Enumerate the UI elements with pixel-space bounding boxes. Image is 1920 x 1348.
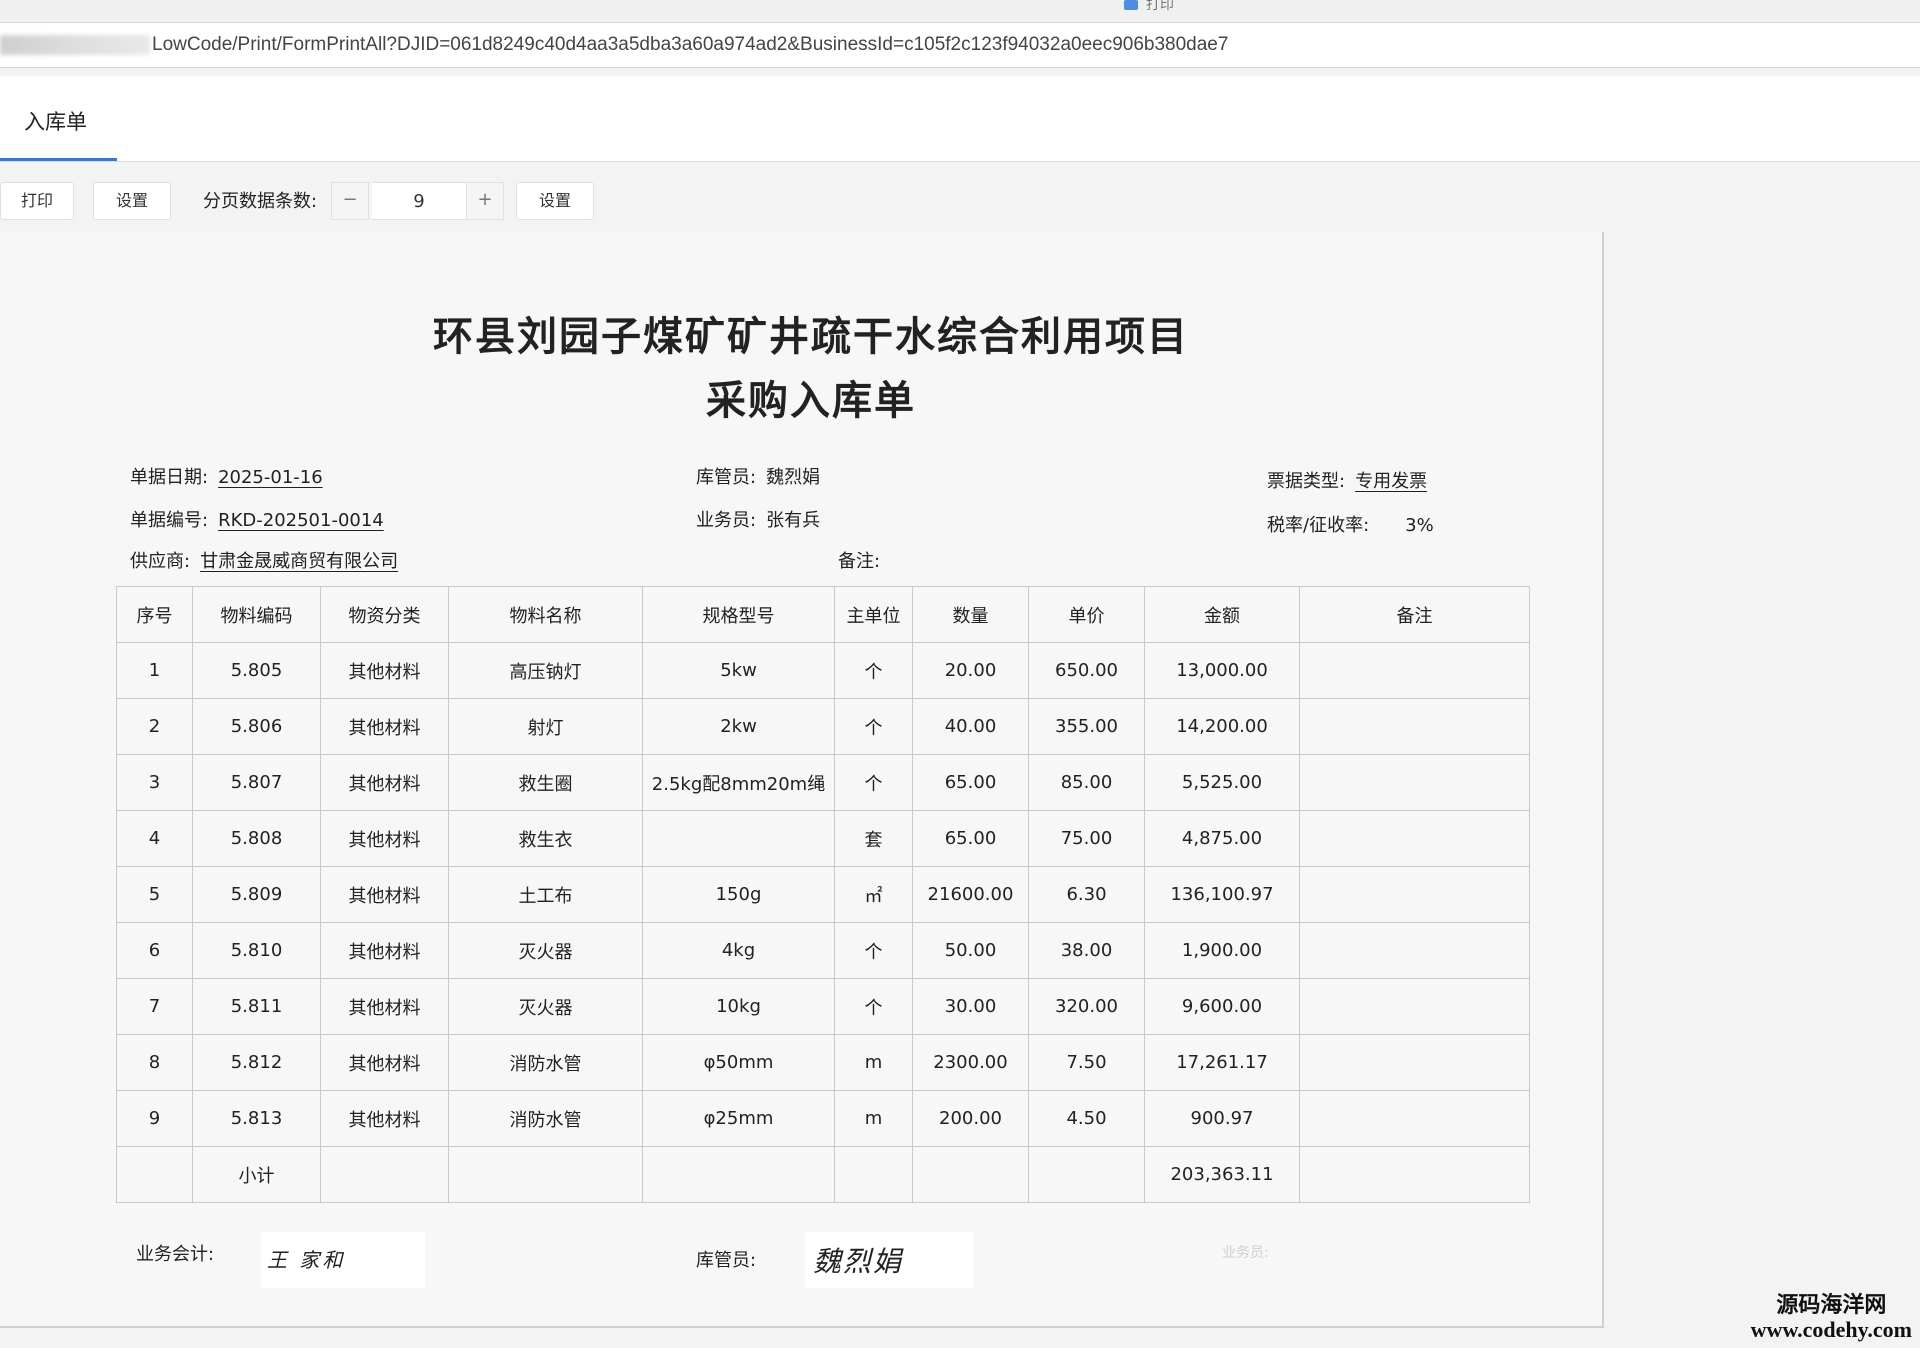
info-remark: 备注: [838,551,881,572]
browser-top-strip: 打印 [0,0,1920,20]
col-header-spec: 规格型号 [642,586,835,643]
table-row: 3 5.807 其他材料 救生圈 2.5kg配8mm20m绳个 65.00 85.00 5,5… [116,754,1530,811]
subtotal-row: 小计 203,363.11 [116,1146,1530,1203]
info-salesman: 业务员: 张有兵 [696,510,821,531]
table-row: 5 5.809 其他材料 土工布 150g ㎡ 21600.00 6.30 136,100.97 [116,866,1530,923]
col-header-category: 物资分类 [320,586,449,643]
document-title: 环县刘园子煤矿矿井疏干水综合利用项目 [433,314,1189,360]
page-size-decrement-button[interactable]: − [331,182,369,220]
items-table: 序号 物料编码 物资分类 物料名称 规格型号 主单位 数量 单价 金额 备注 1… [116,586,1530,1203]
table-row: 4 5.808 其他材料 救生衣套 65.00 75.00 4,875.00 [116,810,1530,867]
col-header-qty: 数量 [912,586,1029,643]
tab-inbound-order[interactable]: 入库单 [24,106,87,136]
site-watermark: 源码海洋网 www.codehy.com [1750,1292,1912,1342]
table-row: 1 5.805 其他材料 高压钠灯 5kw 个 20.00 650.00 13,000.00 [116,642,1530,699]
page-size-input[interactable] [372,182,466,220]
col-header-name: 物料名称 [448,586,643,643]
table-row: 2 5.806 其他材料 射灯 2kw 个 40.00 355.00 14,200.00 [116,698,1530,755]
tab-active-indicator [0,158,117,161]
keeper-sign-label: 库管员: [696,1250,757,1271]
page-size-label: 分页数据条数: [203,191,318,212]
document-subtitle: 采购入库单 [706,378,916,424]
table-row: 7 5.811 其他材料 灭火器 10kg 个 30.00 320.00 9,600.00 [116,978,1530,1035]
table-header-row: 序号 物料编码 物资分类 物料名称 规格型号 主单位 数量 单价 金额 备注 [116,586,1530,643]
tax-rate-value: 3% [1405,515,1434,536]
keeper-value: 魏烈娟 [766,467,821,488]
supplier-value: 甘肃金晟威商贸有限公司 [200,551,399,572]
keeper-signature: 魏烈娟 [805,1232,973,1288]
col-header-code: 物料编码 [192,586,321,643]
table-row: 8 5.812 其他材料 消防水管 φ50mm m 2300.00 7.50 17,261.17 [116,1034,1530,1091]
window-title: 打印 [1146,0,1174,13]
info-number: 单据编号: RKD-202501-0014 [130,510,384,531]
salesman-sign-label: 业务员: [1222,1245,1269,1261]
info-tax-rate: 税率/征收率: 3% [1267,515,1434,536]
subtotal-amount: 203,363.11 [1144,1146,1300,1203]
settings-button[interactable]: 设置 [93,182,171,220]
col-header-remark: 备注 [1299,586,1530,643]
print-tab-icon [1124,0,1138,10]
col-header-price: 单价 [1028,586,1145,643]
salesman-value: 张有兵 [766,510,821,531]
address-bar[interactable]: LowCode/Print/FormPrintAll?DJID=061d8249… [0,22,1920,68]
col-header-unit: 主单位 [834,586,913,643]
date-value: 2025-01-16 [218,467,323,488]
page-size-increment-button[interactable]: + [466,182,504,220]
col-header-amount: 金额 [1144,586,1300,643]
ticket-type-value: 专用发票 [1355,471,1428,492]
info-keeper: 库管员: 魏烈娟 [696,467,821,488]
col-header-index: 序号 [116,586,193,643]
accountant-signature: 王 家和 [261,1232,425,1288]
blurred-host [0,35,150,55]
info-supplier: 供应商: 甘肃金晟威商贸有限公司 [130,551,399,572]
accountant-label: 业务会计: [136,1244,215,1265]
table-row: 6 5.810 其他材料 灭火器 4kg 个 50.00 38.00 1,900.00 [116,922,1530,979]
apply-settings-button[interactable]: 设置 [516,182,594,220]
toolbar: 打印 设置 分页数据条数: − + 设置 [0,176,1920,224]
tab-bar: 入库单 [0,76,1920,162]
number-value: RKD-202501-0014 [218,510,384,531]
info-ticket-type: 票据类型: 专用发票 [1267,471,1428,492]
info-date: 单据日期: 2025-01-16 [130,467,323,488]
table-row: 9 5.813 其他材料 消防水管 φ25mm m 200.00 4.50 900.97 [116,1090,1530,1147]
subtotal-label: 小计 [192,1146,321,1203]
url-text[interactable]: LowCode/Print/FormPrintAll?DJID=061d8249… [152,34,1228,56]
print-button[interactable]: 打印 [0,182,74,220]
print-preview-paper: 环县刘园子煤矿矿井疏干水综合利用项目 采购入库单 单据日期: 2025-01-16… [0,232,1604,1328]
